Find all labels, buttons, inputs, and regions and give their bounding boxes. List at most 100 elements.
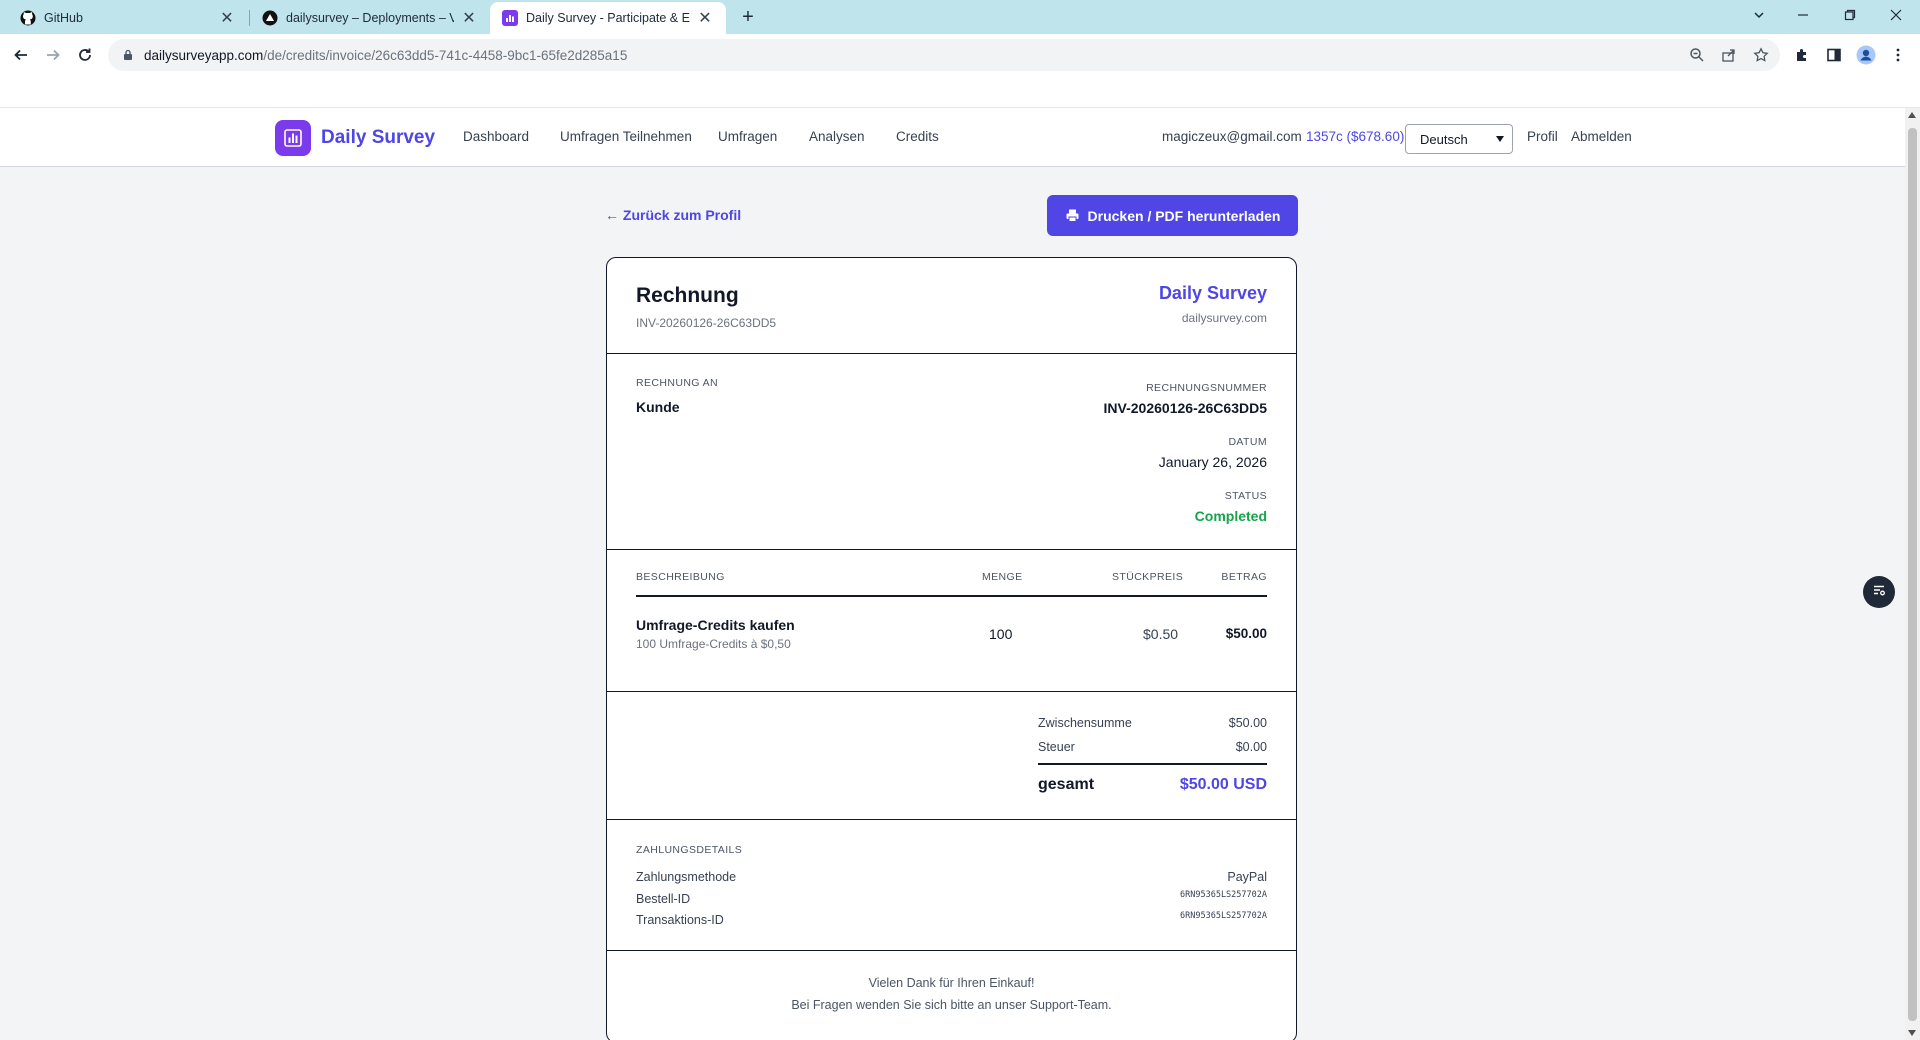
new-tab-button[interactable]: + [736,5,760,29]
floating-menu-button[interactable] [1863,576,1895,608]
forward-arrow-icon[interactable] [41,43,65,67]
invoice-number: INV-20260126-26C63DD5 [1103,400,1267,416]
tab-daily-survey[interactable]: Daily Survey - Participate & Earn ✕ [490,2,726,34]
chevron-down-icon [1496,136,1504,142]
credits-balance[interactable]: 1357c ($678.60) [1306,129,1404,144]
col-header-description: BESCHREIBUNG [636,571,725,583]
print-pdf-button[interactable]: Drucken / PDF herunterladen [1047,195,1298,236]
chevron-down-icon[interactable] [1737,0,1781,30]
invoice-number-sub: INV-20260126-26C63DD5 [636,316,777,330]
item-description: Umfrage-Credits kaufen [636,617,795,633]
col-header-unit-price: STÜCKPREIS [1112,571,1184,583]
tab-vercel[interactable]: dailysurvey – Deployments – Ve ✕ [250,2,490,34]
transaction-id-value: 6RN95365LS257702A [1180,911,1267,921]
reload-icon[interactable] [73,43,97,67]
item-quantity: 100 [989,626,1013,642]
zoom-icon[interactable] [1685,43,1709,67]
page-viewport: Daily Survey Dashboard Umfragen Teilnehm… [0,108,1905,1040]
minimize-button[interactable] [1781,0,1825,30]
scroll-up-arrow-icon[interactable] [1908,112,1916,118]
item-unit-price: $0.50 [1143,626,1179,642]
invoice-date: January 26, 2026 [1158,454,1267,470]
close-icon[interactable]: ✕ [696,8,714,28]
total-value: $50.00 USD [1179,776,1267,793]
vercel-icon [262,10,278,26]
invoice-card: Rechnung INV-20260126-26C63DD5 Daily Sur… [606,257,1297,1040]
support-text: Bei Fragen wenden Sie sich bitte an unse… [791,998,1112,1012]
browser-tabstrip: GitHub ✕ dailysurvey – Deployments – Ve … [0,0,1920,34]
tab-title: dailysurvey – Deployments – Ve [286,11,454,25]
bill-to-label: RECHNUNG AN [636,377,718,389]
status-label: STATUS [1224,490,1267,502]
language-select-value: Deutsch [1420,131,1468,147]
order-id-label: Bestell-ID [636,892,691,906]
kebab-menu-icon[interactable] [1886,43,1910,67]
payment-method-label: Zahlungsmethode [636,870,737,884]
total-label: gesamt [1038,776,1095,793]
payment-method-value: PayPal [1227,870,1267,884]
invoice-totals-section: Zwischensumme $50.00 Steuer $0.00 gesamt… [607,692,1296,820]
nav-profile[interactable]: Profil [1527,129,1558,144]
close-icon[interactable]: ✕ [460,8,478,28]
nav-analytics[interactable]: Analysen [809,129,865,144]
back-to-profile-link[interactable]: ← Zurück zum Profil [605,207,741,223]
invoice-billing-section: RECHNUNG AN Kunde RECHNUNGSNUMMER INV-20… [607,354,1296,550]
profile-avatar-icon[interactable] [1854,43,1878,67]
browser-toolbar: dailysurveyapp.com/de/credits/invoice/26… [0,34,1920,76]
restore-button[interactable] [1828,0,1872,30]
order-id-value: 6RN95365LS257702A [1180,890,1267,900]
side-panel-icon[interactable] [1822,43,1846,67]
item-detail: 100 Umfrage-Credits à $0,50 [636,637,791,651]
address-bar[interactable]: dailysurveyapp.com/de/credits/invoice/26… [108,39,1780,71]
tax-value: $0.00 [1235,740,1267,754]
invoice-header: Rechnung INV-20260126-26C63DD5 Daily Sur… [607,258,1296,354]
scrollbar-thumb[interactable] [1908,128,1917,1021]
bar-chart-logo-icon [275,120,311,156]
subtotal-label: Zwischensumme [1038,716,1132,730]
payment-details-label: ZAHLUNGSDETAILS [636,844,743,856]
print-pdf-label: Drucken / PDF herunterladen [1087,207,1281,224]
printer-icon [1065,208,1080,223]
share-icon[interactable] [1717,43,1741,67]
invoice-domain: dailysurvey.com [1181,311,1267,325]
invoice-title: Rechnung [636,284,739,307]
tab-title: GitHub [44,11,83,25]
subtotal-value: $50.00 [1228,716,1267,730]
page-scrollbar[interactable] [1905,108,1920,1040]
invoice-items-section: BESCHREIBUNG MENGE STÜCKPREIS BETRAG Umf… [607,550,1296,692]
github-icon [20,10,36,26]
tab-title: Daily Survey - Participate & Earn [526,11,690,25]
nav-dashboard[interactable]: Dashboard [463,129,529,144]
invoice-payment-section: ZAHLUNGSDETAILS Zahlungsmethode PayPal B… [607,820,1296,951]
nav-logout[interactable]: Abmelden [1571,129,1632,144]
scroll-down-arrow-icon[interactable] [1908,1030,1916,1036]
tab-github[interactable]: GitHub ✕ [8,2,248,34]
item-amount: $50.00 [1225,626,1267,641]
brand-link[interactable]: Daily Survey [275,120,435,156]
nav-credits[interactable]: Credits [896,129,939,144]
brand-name: Daily Survey [321,127,436,148]
dailysurvey-favicon [502,10,518,26]
close-window-button[interactable] [1874,0,1918,30]
totals-divider [1038,763,1267,765]
thank-you-text: Vielen Dank für Ihren Einkauf! [868,976,1035,990]
invoice-footer: Vielen Dank für Ihren Einkauf! Bei Frage… [607,951,1296,1040]
transaction-id-label: Transaktions-ID [636,913,724,927]
nav-surveys[interactable]: Umfragen [718,129,777,144]
nav-participate-surveys[interactable]: Umfragen Teilnehmen [560,129,692,144]
col-header-amount: BETRAG [1221,571,1267,583]
bill-to-value: Kunde [636,399,680,415]
app-navbar: Daily Survey Dashboard Umfragen Teilnehm… [0,108,1905,167]
extensions-puzzle-icon[interactable] [1790,43,1814,67]
language-select[interactable]: Deutsch [1405,124,1513,154]
url-host: dailysurveyapp.com [144,47,264,63]
url-path: /de/credits/invoice/26c63dd5-741c-4458-9… [263,47,628,63]
status-badge: Completed [1194,508,1267,524]
table-header-divider [636,595,1267,597]
col-header-quantity: MENGE [982,571,1023,583]
invoice-number-label: RECHNUNGSNUMMER [1146,382,1267,394]
list-settings-icon [1871,582,1887,603]
back-arrow-icon[interactable] [9,43,33,67]
bookmark-star-icon[interactable] [1749,43,1773,67]
close-icon[interactable]: ✕ [218,8,236,28]
